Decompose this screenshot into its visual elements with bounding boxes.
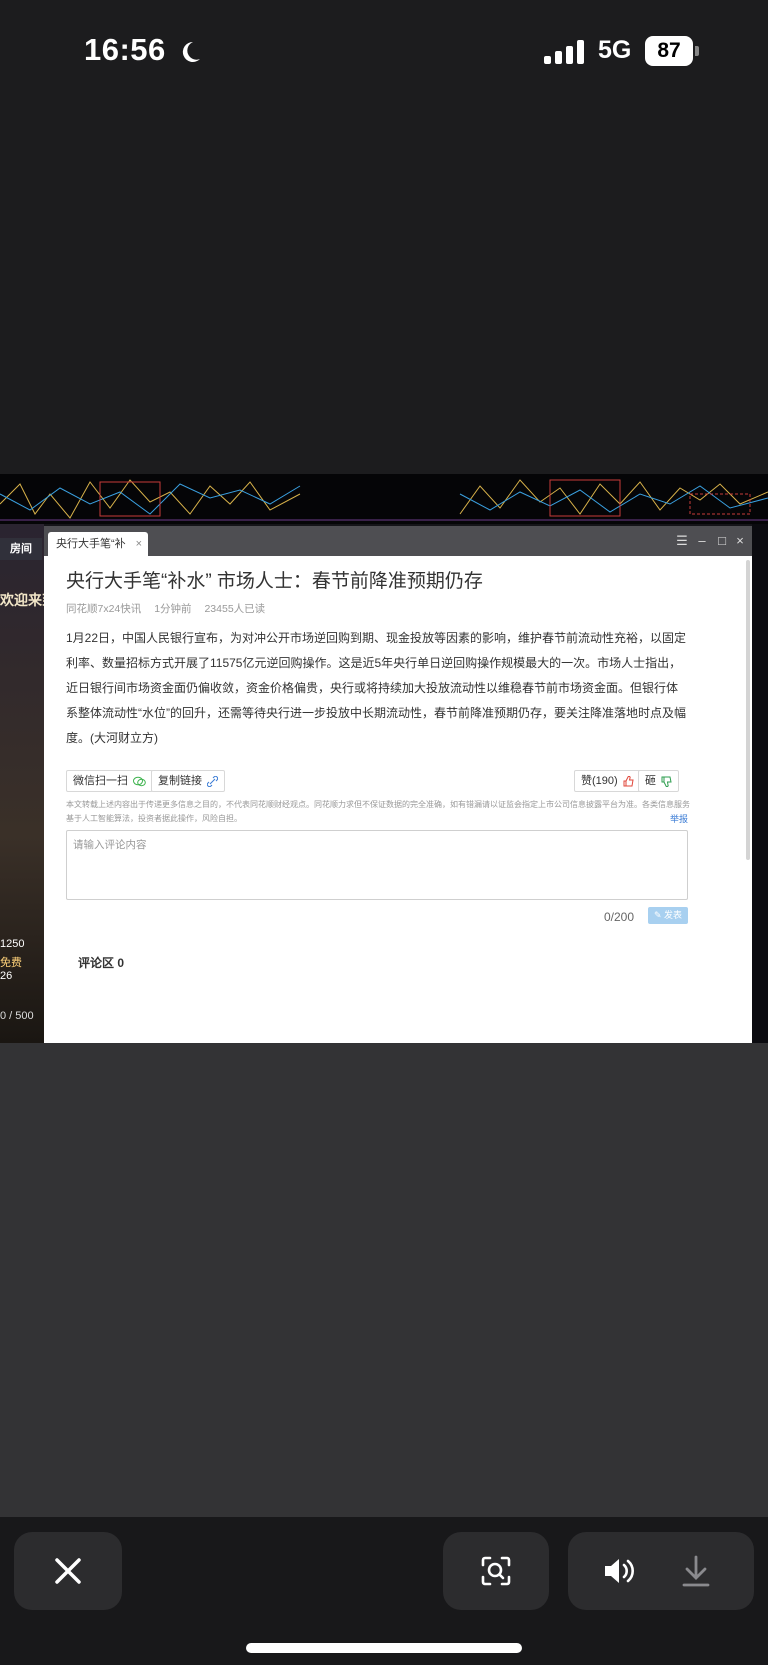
wechat-scan-button[interactable]: 微信扫一扫 (66, 770, 153, 792)
scan-search-button[interactable] (443, 1532, 549, 1610)
home-indicator[interactable] (246, 1643, 522, 1653)
article-time: 1分钟前 (154, 603, 192, 615)
send-comment-button[interactable]: ✎ 发表 (648, 907, 688, 924)
battery-tip (695, 46, 699, 56)
status-bar: 16:56 5G 87 (0, 0, 768, 104)
report-link[interactable]: 举报 (670, 812, 688, 825)
volume-icon[interactable] (598, 1532, 642, 1610)
dislike-button[interactable]: 砸 (638, 770, 679, 792)
close-icon[interactable]: × (732, 532, 748, 550)
comment-placeholder: 请输入评论内容 (73, 839, 147, 851)
welcome-text: 欢迎来到 (0, 592, 44, 608)
close-preview-button[interactable] (14, 1532, 122, 1610)
news-window: 央行大手笔“补 × ☰ – □ × 央行大手笔“补水” 市场人士：春节前降准预期… (44, 526, 752, 1043)
window-titlebar: 央行大手笔“补 × ☰ – □ × (44, 526, 752, 556)
wechat-scan-label: 微信扫一扫 (73, 775, 128, 787)
stat-value: 26 (0, 970, 13, 982)
tab-close-icon[interactable]: × (136, 532, 142, 556)
article-reads: 23455人已读 (204, 603, 266, 615)
comments-section-title: 评论区 0 (78, 956, 125, 970)
window-tab[interactable]: 央行大手笔“补 × (48, 532, 148, 556)
send-label: 发表 (664, 910, 683, 920)
comment-counter: 0/200 (604, 910, 635, 924)
clock-time: 16:56 (84, 32, 166, 67)
stat-value: 1250 (0, 938, 25, 950)
window-tab-title: 央行大手笔“补 (56, 538, 126, 550)
copy-link-label: 复制链接 (158, 775, 202, 787)
article-body: 1月22日，中国人民银行宣布，为对冲公开市场逆回购到期、现金投放等因素的影响，维… (66, 631, 687, 745)
article-meta: 同花顺7x24快讯 1分钟前 23455人已读 (66, 601, 275, 616)
battery-icon: 87 (645, 36, 693, 66)
disclaimer-text: 本文转载上述内容出于传递更多信息之目的，不代表同花顺财经观点。同花顺力求但不保证… (66, 800, 690, 823)
moon-icon (182, 41, 200, 62)
thumbs-down-icon (661, 776, 672, 787)
screenshot-preview: 房间 欢迎来到 1250 免费 26 0 / 500 央行大手笔“补 × ☰ –… (0, 474, 768, 1043)
signal-icon (544, 40, 584, 64)
download-icon[interactable] (674, 1532, 718, 1610)
article-source: 同花顺7x24快讯 (66, 603, 142, 615)
link-icon (207, 775, 218, 787)
window-scrollbar[interactable] (746, 560, 750, 860)
maximize-icon[interactable]: □ (714, 532, 730, 550)
dislike-label: 砸 (645, 775, 656, 787)
room-tab: 房间 (0, 538, 42, 560)
comment-input[interactable]: 请输入评论内容 (66, 830, 688, 900)
minimize-icon[interactable]: – (694, 532, 710, 550)
background-chart (0, 474, 768, 524)
like-button[interactable]: 赞(190) (574, 770, 641, 792)
wechat-icon (133, 776, 146, 786)
close-icon (14, 1532, 122, 1610)
stat-label: 免费 (0, 957, 22, 969)
scan-search-icon (443, 1532, 549, 1610)
copy-link-button[interactable]: 复制链接 (151, 770, 225, 792)
network-type: 5G (598, 36, 632, 64)
media-controls (568, 1532, 754, 1610)
article-title: 央行大手笔“补水” 市场人士：春节前降准预期仍存 (66, 571, 483, 592)
preview-bottom-area (0, 1043, 768, 1517)
thumbs-up-icon (623, 775, 634, 786)
stat-value: 0 / 500 (0, 1010, 34, 1022)
like-label: 赞(190) (581, 775, 618, 787)
preview-top-area (0, 104, 768, 474)
menu-icon[interactable]: ☰ (674, 532, 690, 550)
background-right-panel (752, 524, 768, 1043)
